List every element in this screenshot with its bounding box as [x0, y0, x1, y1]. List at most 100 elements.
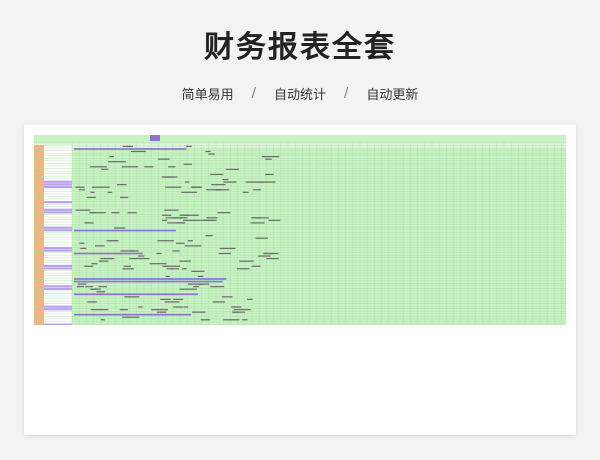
cell-value-mark — [156, 311, 167, 313]
cell-value-mark — [85, 286, 93, 288]
cell-value-mark — [222, 178, 229, 181]
cell-value-mark — [197, 275, 204, 278]
cell-value-mark — [76, 286, 85, 288]
cell-value-mark — [119, 309, 128, 311]
cell-value-mark — [151, 309, 168, 311]
feature-auto-update: 自动更新 — [366, 88, 419, 103]
label-accent-cell — [44, 183, 72, 186]
spreadsheet-preview[interactable] — [34, 135, 566, 325]
cell-value-mark — [101, 168, 109, 170]
cell-value-mark — [124, 296, 140, 298]
cell-value-mark — [173, 298, 184, 300]
cell-value-mark — [90, 288, 97, 290]
cell-value-mark — [251, 265, 261, 267]
cell-value-mark — [265, 158, 272, 160]
highlight-cell — [74, 148, 187, 150]
cell-value-mark — [156, 252, 162, 255]
label-accent-cell — [44, 208, 72, 211]
cell-value-mark — [233, 309, 251, 311]
cell-value-mark — [149, 263, 167, 265]
cell-value-mark — [164, 301, 180, 303]
cell-value-mark — [160, 298, 171, 300]
cell-value-mark — [100, 319, 105, 321]
label-accent-cell — [44, 285, 72, 288]
cell-value-mark — [200, 311, 206, 313]
cell-value-mark — [236, 268, 250, 270]
cell-value-mark — [261, 156, 280, 158]
cell-value-mark — [165, 186, 182, 188]
label-accent-cell — [44, 211, 72, 214]
label-accent-cell — [44, 247, 72, 250]
cell-value-mark — [87, 301, 97, 303]
cell-value-mark — [77, 283, 87, 285]
cell-value-mark — [90, 212, 96, 214]
label-accent-cell — [44, 185, 72, 188]
cell-value-mark — [90, 309, 109, 311]
cell-value-mark — [170, 268, 179, 270]
cell-value-mark — [205, 235, 213, 237]
page-title: 财务报表全套 — [204, 30, 396, 65]
label-accent-cell — [44, 305, 72, 308]
cell-value-mark — [86, 196, 96, 198]
cell-value-mark — [157, 240, 174, 242]
cell-value-mark — [212, 301, 220, 303]
cell-value-mark — [217, 212, 231, 214]
cell-value-mark — [253, 189, 261, 191]
highlight-cell — [74, 293, 199, 296]
cell-value-mark — [175, 242, 185, 244]
cell-value-mark — [183, 219, 201, 221]
highlight-cell — [74, 313, 192, 316]
cell-value-mark — [138, 255, 145, 257]
cell-value-mark — [80, 247, 87, 249]
highlight-cell — [74, 280, 223, 283]
cell-value-mark — [200, 283, 210, 285]
cell-value-mark — [259, 181, 276, 183]
cell-value-mark — [179, 260, 191, 262]
cell-value-mark — [94, 245, 105, 247]
feature-list: 简单易用 / 自动统计 / 自动更新 — [0, 84, 600, 103]
cell-value-mark — [165, 275, 170, 278]
cell-value-mark — [121, 166, 139, 168]
cell-value-mark — [247, 298, 253, 300]
cell-value-mark — [184, 181, 190, 183]
cell-value-mark — [122, 145, 134, 147]
cell-value-mark — [191, 270, 205, 272]
cell-value-mark — [251, 217, 262, 219]
cell-value-mark — [186, 145, 192, 147]
cell-value-mark — [89, 166, 107, 168]
cell-value-mark — [172, 250, 180, 252]
cell-value-mark — [106, 240, 118, 242]
cell-value-mark — [263, 252, 279, 255]
highlight-cell — [74, 278, 227, 280]
cell-value-mark — [183, 306, 189, 308]
cell-value-mark — [114, 227, 126, 229]
cell-value-mark — [162, 219, 168, 221]
cell-value-mark — [75, 209, 91, 211]
cell-value-mark — [255, 237, 268, 239]
feature-auto-stat: 自动统计 — [273, 88, 326, 103]
cell-value-mark — [223, 181, 237, 183]
cell-value-mark — [211, 184, 226, 186]
cell-value-mark — [173, 306, 184, 308]
cell-value-mark — [111, 212, 120, 214]
cell-value-mark — [205, 150, 211, 153]
cell-value-mark — [173, 217, 188, 219]
cell-value-mark — [233, 311, 246, 313]
cell-value-mark — [98, 260, 109, 262]
cell-value-mark — [168, 166, 176, 168]
cell-value-mark — [130, 150, 146, 153]
cell-value-mark — [167, 222, 186, 224]
cell-value-mark — [140, 258, 150, 260]
cell-value-mark — [182, 268, 187, 270]
cell-value-mark — [91, 263, 98, 265]
label-accent-cell — [44, 264, 72, 267]
cell-value-mark — [164, 176, 175, 178]
cell-value-mark — [100, 258, 115, 260]
cell-value-mark — [187, 240, 193, 242]
cell-value-mark — [157, 158, 170, 160]
cell-value-mark — [231, 306, 242, 308]
cell-value-mark — [78, 189, 86, 191]
cell-value-mark — [193, 286, 200, 288]
cell-value-mark — [218, 252, 232, 255]
cell-value-mark — [117, 184, 127, 186]
